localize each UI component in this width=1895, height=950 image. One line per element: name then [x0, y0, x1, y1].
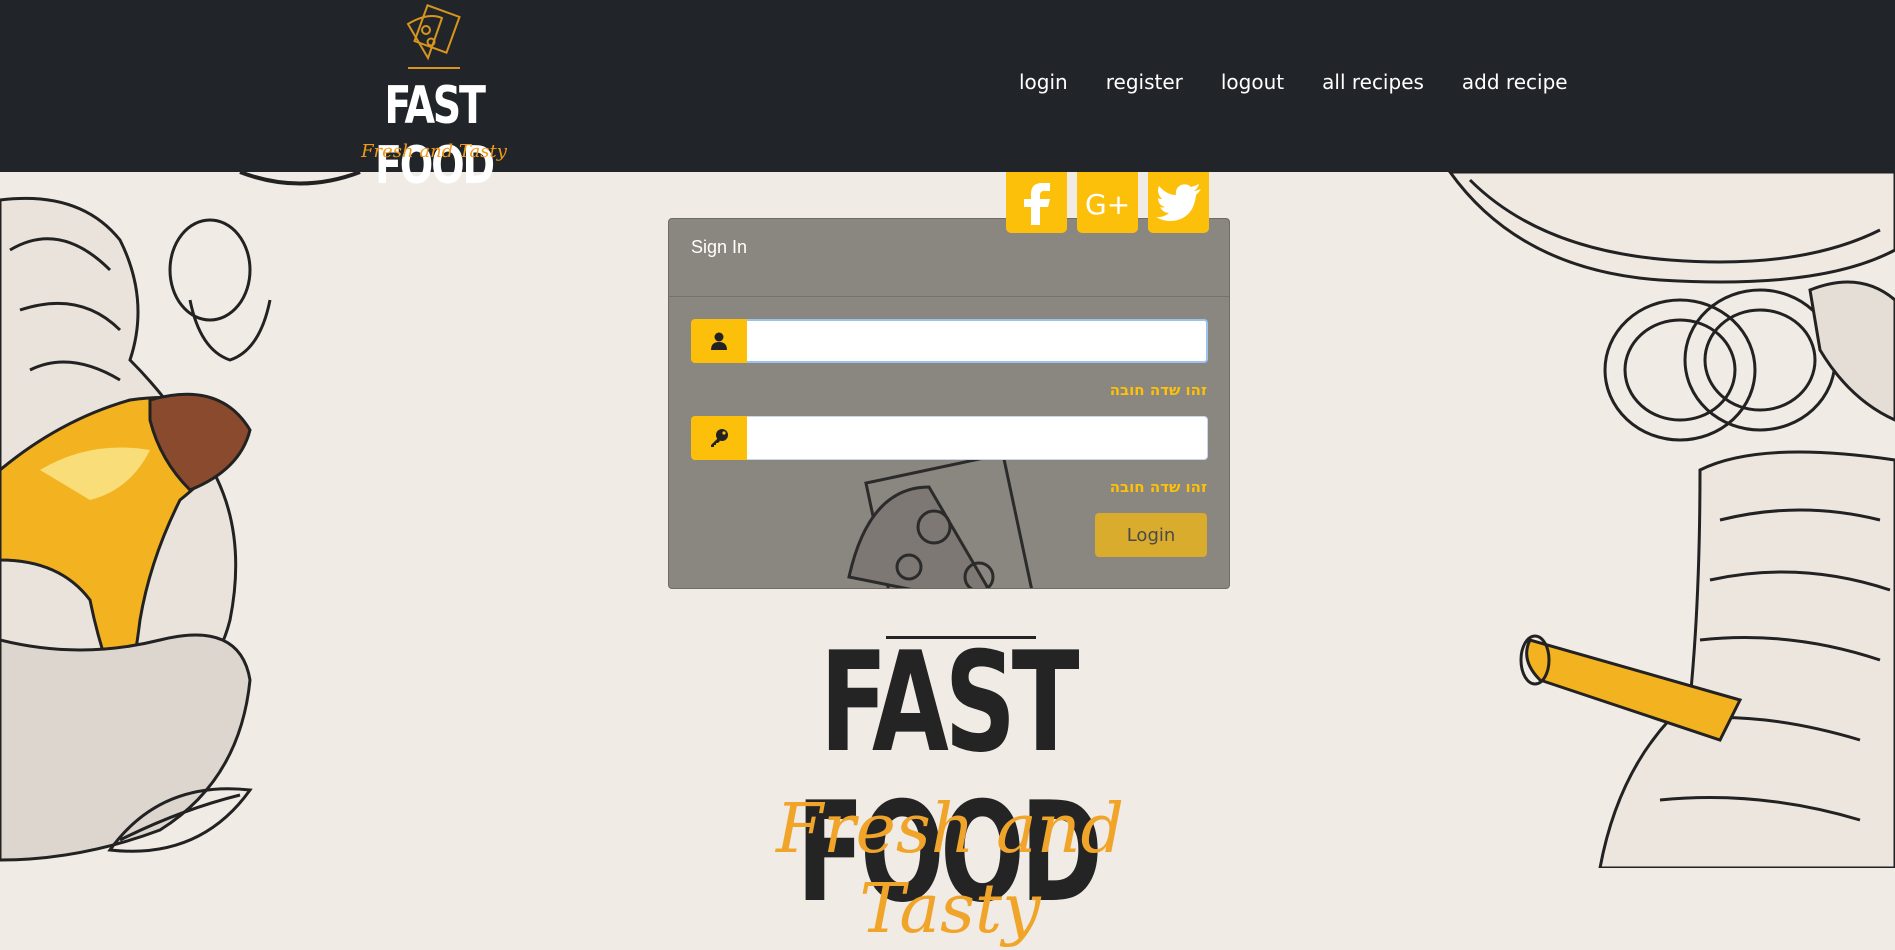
hero-subtitle: Fresh and Tasty	[775, 790, 1125, 949]
twitter-button[interactable]	[1148, 172, 1209, 233]
google-plus-icon: G+	[1085, 188, 1130, 219]
password-addon	[691, 416, 747, 460]
user-icon	[711, 332, 727, 350]
nav-link-all-recipes[interactable]: all recipes	[1322, 70, 1424, 102]
pizza-logo-icon	[406, 4, 461, 69]
password-group	[691, 416, 1208, 460]
nav-link-add-recipe[interactable]: add recipe	[1462, 70, 1568, 102]
signin-card: Sign In זהו שדה חובה זהו שדה חובה Login	[668, 218, 1230, 589]
nav-link-login[interactable]: login	[1019, 70, 1068, 102]
username-input[interactable]	[747, 319, 1208, 363]
facebook-icon	[1023, 182, 1050, 225]
brand-title: FAST FOOD	[375, 76, 495, 196]
brand-logo[interactable]: FAST FOOD Fresh and Tasty	[334, 4, 534, 196]
key-icon	[711, 429, 728, 447]
facebook-button[interactable]	[1006, 172, 1067, 233]
main-nav: login register logout all recipes add re…	[1019, 70, 1568, 102]
twitter-icon	[1155, 183, 1201, 221]
password-error: זהו שדה חובה	[1109, 478, 1207, 496]
svg-text:G+: G+	[1085, 188, 1130, 219]
username-error: זהו שדה חובה	[1109, 381, 1207, 399]
signin-title: Sign In	[691, 237, 748, 257]
password-input[interactable]	[747, 416, 1208, 460]
brand-tagline: Fresh and Tasty	[361, 141, 507, 162]
pizza-watermark-icon	[847, 457, 1034, 588]
username-group	[691, 319, 1208, 363]
login-button[interactable]: Login	[1095, 513, 1207, 557]
nav-link-logout[interactable]: logout	[1221, 70, 1284, 102]
username-addon	[691, 319, 747, 363]
nav-link-register[interactable]: register	[1106, 70, 1183, 102]
navbar: FAST FOOD Fresh and Tasty login register…	[0, 0, 1895, 196]
google-plus-button[interactable]: G+	[1077, 172, 1138, 233]
social-buttons: G+	[1006, 172, 1209, 233]
